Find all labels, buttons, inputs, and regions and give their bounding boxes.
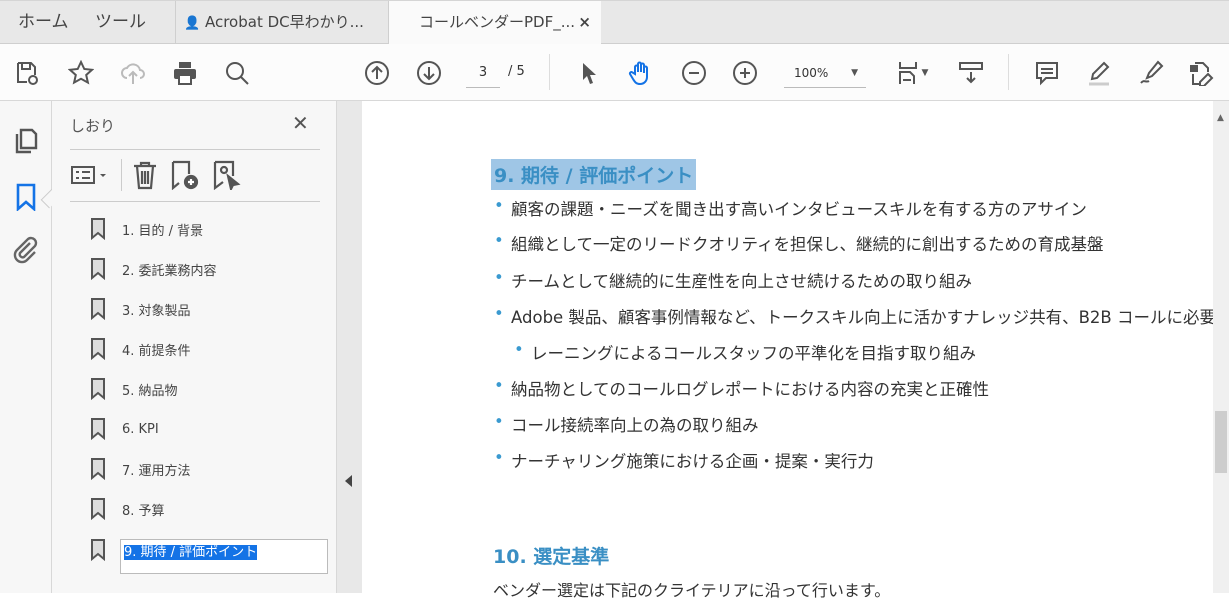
navigation-rail bbox=[0, 101, 64, 593]
bookmark-icon bbox=[91, 458, 105, 480]
close-panel-icon[interactable]: ✕ bbox=[292, 111, 309, 135]
scroll-up-icon[interactable]: ▲ bbox=[1217, 113, 1224, 123]
comment-icon[interactable] bbox=[1032, 58, 1062, 88]
next-page-icon[interactable] bbox=[414, 58, 444, 88]
attachments-icon[interactable] bbox=[12, 236, 40, 268]
bookmark-item-editing[interactable]: 9. 期待 / 評価ポイント bbox=[90, 535, 328, 574]
bullet-item: 組織として一定のリードクオリティを担保し、継続的に創出するための育成基盤 bbox=[494, 231, 1104, 255]
vertical-scrollbar[interactable]: ▲ bbox=[1213, 101, 1229, 593]
page-number-input[interactable]: 3 bbox=[466, 62, 500, 88]
bookmark-label: 1. 目的 / 背景 bbox=[122, 223, 204, 239]
panel-title: しおり bbox=[70, 117, 116, 135]
bookmark-icon bbox=[91, 258, 105, 280]
edit-pdf-icon[interactable] bbox=[1186, 58, 1216, 88]
bookmarks-icon[interactable] bbox=[15, 183, 37, 215]
bookmark-item[interactable]: 1. 目的 / 背景 bbox=[90, 214, 203, 244]
bookmark-label: 8. 予算 bbox=[122, 503, 165, 519]
bookmark-label: 5. 納品物 bbox=[122, 383, 178, 399]
bullet-continuation: レーニングによるコールスタッフの平準化を目指す取り組み bbox=[514, 340, 976, 364]
delete-bookmark-icon[interactable] bbox=[132, 160, 158, 194]
bullet-item: コール接続率向上の為の取り組み bbox=[494, 412, 758, 436]
bookmark-icon bbox=[91, 218, 105, 240]
collapse-panel-icon[interactable] bbox=[345, 475, 352, 487]
bookmark-label: 3. 対象製品 bbox=[122, 303, 191, 319]
previous-page-icon[interactable] bbox=[362, 58, 392, 88]
hand-tool-icon[interactable] bbox=[626, 58, 656, 88]
tab-document-call-vendor[interactable]: コールベンダーPDF_... × bbox=[389, 1, 601, 45]
bookmark-item[interactable]: 7. 運用方法 bbox=[90, 454, 191, 484]
bookmark-icon bbox=[91, 539, 105, 561]
bookmark-item[interactable]: 2. 委託業務内容 bbox=[90, 254, 217, 284]
bookmark-icon bbox=[91, 378, 105, 400]
bookmark-item[interactable]: 6. KPI bbox=[90, 414, 159, 444]
section-heading-9: 9. 期待 / 評価ポイント bbox=[491, 159, 697, 190]
save-to-cloud-icon[interactable] bbox=[12, 58, 42, 88]
divider bbox=[70, 201, 320, 202]
close-tab-icon[interactable]: × bbox=[578, 1, 591, 44]
bookmark-label: 2. 委託業務内容 bbox=[122, 263, 217, 279]
bullet-item: ナーチャリング施策における企画・提案・実行力 bbox=[494, 448, 874, 472]
bullet-item: Adobe 製品、顧客事例情報など、トークスキル向上に活かすナレッジ共有、B2B… bbox=[494, 304, 1229, 328]
bookmark-item[interactable]: 8. 予算 bbox=[90, 494, 165, 524]
bookmark-label: 4. 前提条件 bbox=[122, 343, 191, 359]
bookmark-item[interactable]: 3. 対象製品 bbox=[90, 294, 191, 324]
chevron-down-icon: ▼ bbox=[851, 68, 858, 78]
divider bbox=[70, 149, 320, 150]
section-heading-10: 10. 選定基準 bbox=[493, 546, 610, 568]
new-bookmark-icon[interactable] bbox=[170, 160, 200, 194]
fit-page-icon[interactable]: ▼ bbox=[890, 58, 934, 88]
scroll-mode-icon[interactable] bbox=[956, 58, 986, 88]
divider bbox=[549, 54, 550, 90]
bookmark-rename-input[interactable]: 9. 期待 / 評価ポイント bbox=[120, 539, 328, 574]
panel-splitter[interactable] bbox=[336, 101, 362, 593]
tab-tools[interactable]: ツール bbox=[95, 1, 146, 44]
sign-icon[interactable] bbox=[1136, 58, 1166, 88]
zoom-select[interactable]: 100% ▼ bbox=[784, 62, 866, 88]
bookmark-icon bbox=[91, 338, 105, 360]
bookmark-icon bbox=[91, 498, 105, 520]
tab-home[interactable]: ホーム bbox=[18, 1, 69, 44]
zoom-in-icon[interactable] bbox=[730, 58, 760, 88]
bookmark-label: 6. KPI bbox=[122, 421, 159, 437]
bullet-item: 顧客の課題・ニーズを聞き出す高いインタビュースキルを有する方のアサイン bbox=[494, 196, 1087, 220]
bookmark-options-icon[interactable] bbox=[70, 161, 112, 195]
toolbar: 3 / 5 100% ▼ ▼ bbox=[0, 44, 1229, 101]
shared-user-icon: 👤 bbox=[184, 16, 201, 31]
bookmarks-panel: しおり ✕ 1. 目的 / 背景 2. 委託業務内容 3. 対象製品 4. 前提条件 5… bbox=[52, 101, 336, 593]
bookmark-item[interactable]: 4. 前提条件 bbox=[90, 334, 191, 364]
search-icon[interactable] bbox=[222, 58, 252, 88]
bookmark-label: 7. 運用方法 bbox=[122, 463, 191, 479]
bookmark-from-selection-icon[interactable] bbox=[212, 160, 242, 194]
bookmark-icon bbox=[91, 418, 105, 440]
print-icon[interactable] bbox=[170, 58, 200, 88]
page-thumbnails-icon[interactable] bbox=[13, 126, 39, 160]
tab-bar: ホーム ツール 👤 Acrobat DC早わかり... コールベンダーPDF_.… bbox=[0, 0, 1229, 45]
zoom-out-icon[interactable] bbox=[679, 58, 709, 88]
bullet-item: 納品物としてのコールログレポートにおける内容の充実と正確性 bbox=[494, 376, 989, 400]
select-cursor-icon[interactable] bbox=[574, 58, 604, 88]
section-paragraph: ベンダー選定は下記のクライテリアに沿って行います。 bbox=[493, 581, 891, 600]
star-icon[interactable] bbox=[66, 58, 96, 88]
bookmark-item[interactable]: 5. 納品物 bbox=[90, 374, 178, 404]
scrollbar-thumb[interactable] bbox=[1215, 411, 1227, 473]
tab-document-acrobat-dc[interactable]: 👤 Acrobat DC早わかり... bbox=[175, 1, 389, 44]
bullet-item: チームとして継続的に生産性を向上させ続けるための取り組み bbox=[494, 268, 972, 292]
document-view: 9. 期待 / 評価ポイント 顧客の課題・ニーズを聞き出す高いインタビュースキル… bbox=[362, 101, 1229, 600]
divider bbox=[121, 159, 122, 191]
bookmark-icon bbox=[91, 298, 105, 320]
highlight-icon[interactable] bbox=[1084, 58, 1114, 88]
divider bbox=[1008, 54, 1009, 90]
page-total: / 5 bbox=[508, 64, 525, 79]
upload-cloud-icon[interactable] bbox=[118, 58, 148, 88]
